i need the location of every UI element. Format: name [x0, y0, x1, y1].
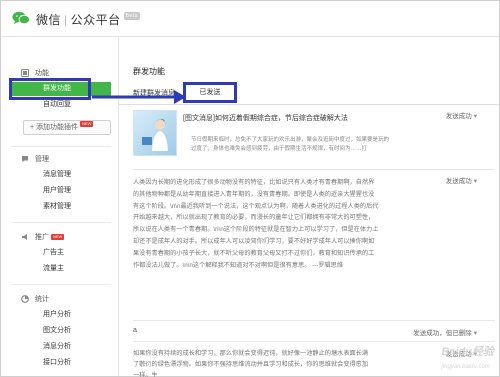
sidebar-item-label: 广告主 — [43, 249, 64, 256]
add-plugin-button[interactable]: + 添加功能插件NEW — [23, 120, 111, 135]
sidebar-item-label: 流量主 — [43, 265, 64, 272]
article-description: 节日假期来临时，总免不了大家玩的欢乐出游，聚会及逛街中度过，如果要是玩的过度了，… — [191, 137, 390, 152]
function-icon — [21, 69, 29, 77]
send-status-label: 发送成功，但已删除 — [413, 330, 472, 337]
sidebar-item-label: 消息分析 — [43, 343, 71, 350]
sidebar-item-auto-reply[interactable]: 自动回复 — [11, 98, 111, 112]
promote-icon — [22, 234, 27, 240]
sidebar-item-label: 接口分析 — [43, 359, 71, 366]
watermark-subtext: jingyan.baidu.com — [441, 364, 490, 370]
new-badge: NEW — [51, 234, 65, 240]
add-plugin-label: + 添加功能插件 — [30, 124, 79, 131]
sidebar-section-manage: 管理 — [21, 154, 49, 164]
highlight-box-sidebar — [9, 78, 91, 100]
brand-name: 微信 — [36, 13, 62, 27]
sidebar-item-user-analysis[interactable]: 用户分析 — [11, 308, 111, 322]
person-icon — [142, 118, 168, 151]
sidebar-section-stats: 统计 — [21, 294, 49, 304]
message-item-text[interactable]: a 发送成功，但已删除 ▾ — [133, 322, 495, 342]
article-title[interactable]: [图文消息]如何迈着假期综合症，节后综合症破解大法 — [183, 114, 403, 124]
sidebar-item-article-analysis[interactable]: 图文分析 — [11, 324, 111, 338]
article-thumbnail-image — [133, 110, 177, 156]
send-status[interactable]: 发送成功 ▾ — [446, 110, 477, 120]
tabs-divider — [119, 104, 499, 105]
send-status-label: 发送成功 — [445, 178, 472, 185]
wechat-logo-icon — [12, 11, 30, 25]
page-title: 群发功能 — [133, 67, 165, 76]
top-header: 微信 | 公众平台 Beta — [1, 1, 499, 37]
message-item-article[interactable]: [图文消息]如何迈着假期综合症，节后综合症破解大法 节日假期来临时，总免不了大家… — [133, 106, 495, 170]
send-status-label: 发送成功 — [445, 113, 472, 120]
sidebar-section-label: 推广 — [35, 234, 49, 241]
manage-icon — [22, 156, 28, 162]
sidebar-item-label: 用户分析 — [43, 311, 71, 318]
send-status[interactable]: 发送成功 ▾ — [446, 175, 477, 185]
stats-icon — [21, 295, 29, 303]
sidebar-section-label: 统计 — [35, 296, 49, 303]
tab-sent[interactable]: 已发送 — [183, 82, 237, 103]
sidebar-section-label: 功能 — [35, 70, 49, 77]
sidebar-item-material-manage[interactable]: 素材管理 — [11, 200, 111, 214]
sidebar-item-label: 自动回复 — [43, 101, 71, 108]
chevron-down-icon: ▾ — [473, 113, 477, 120]
message-body: a — [133, 327, 137, 334]
sidebar-item-user-manage[interactable]: 用户管理 — [11, 184, 111, 198]
sidebar-divider — [11, 284, 111, 285]
sidebar-divider — [11, 222, 111, 223]
sidebar-item-label: 消息管理 — [43, 171, 71, 178]
sidebar-item-label: 用户管理 — [43, 187, 71, 194]
sidebar-item-label: 素材管理 — [43, 203, 71, 210]
message-item-text[interactable]: 人类因为长期的进化形成了很多动物没有的特征，比如说只有人类才有青春期啊，自然界的… — [133, 171, 495, 321]
tab-sent-label: 已发送 — [199, 89, 221, 96]
message-body: 如果你没有持续的成长和学习，那么你就会变得迟钝，就好像一池静止的塘水表面长满了敷… — [133, 350, 369, 377]
sidebar-section-function: 功能 — [21, 68, 49, 78]
chevron-down-icon: ▾ — [473, 330, 477, 337]
brand-title: 微信 | 公众平台 Beta — [36, 11, 140, 28]
beta-badge: Beta — [123, 12, 140, 20]
new-badge: NEW — [80, 121, 94, 127]
main-content: 群发功能 新建群发消息 已发送 [图文消息]如何迈着假期综合症，节后综合症破解大… — [119, 38, 499, 377]
platform-name: 公众平台 — [70, 13, 121, 27]
sidebar-divider — [11, 146, 111, 147]
sidebar-item-advertiser[interactable]: 广告主 — [11, 246, 111, 260]
sidebar-item-publisher[interactable]: 流量主 — [11, 262, 111, 276]
send-status[interactable]: 发送成功，但已删除 ▾ — [413, 327, 477, 337]
chevron-down-icon: ▾ — [473, 178, 477, 185]
sidebar-item-api-analysis[interactable]: 接口分析 — [11, 356, 111, 370]
watermark-text: Baidu经验 — [441, 346, 494, 358]
tab-new-mass-message[interactable]: 新建群发消息 — [133, 88, 175, 98]
sidebar-item-label: 图文分析 — [43, 327, 71, 334]
baidu-watermark-logo: Baidu经验 jingyan.baidu.com — [441, 343, 494, 371]
brand-separator: | — [64, 13, 68, 27]
sidebar-section-promote: 推广 NEW — [21, 232, 65, 242]
sidebar-item-message-manage[interactable]: 消息管理 — [11, 168, 111, 182]
message-body: 人类因为长期的进化形成了很多动物没有的特征，比如说只有人类才有青春期啊，自然界的… — [133, 179, 379, 269]
sidebar-section-label: 管理 — [35, 156, 49, 163]
sidebar: 功能 群发功能 自动回复 + 添加功能插件NEW 管理 消息管理 用户管理 素材… — [1, 38, 119, 376]
sidebar-item-message-analysis[interactable]: 消息分析 — [11, 340, 111, 354]
